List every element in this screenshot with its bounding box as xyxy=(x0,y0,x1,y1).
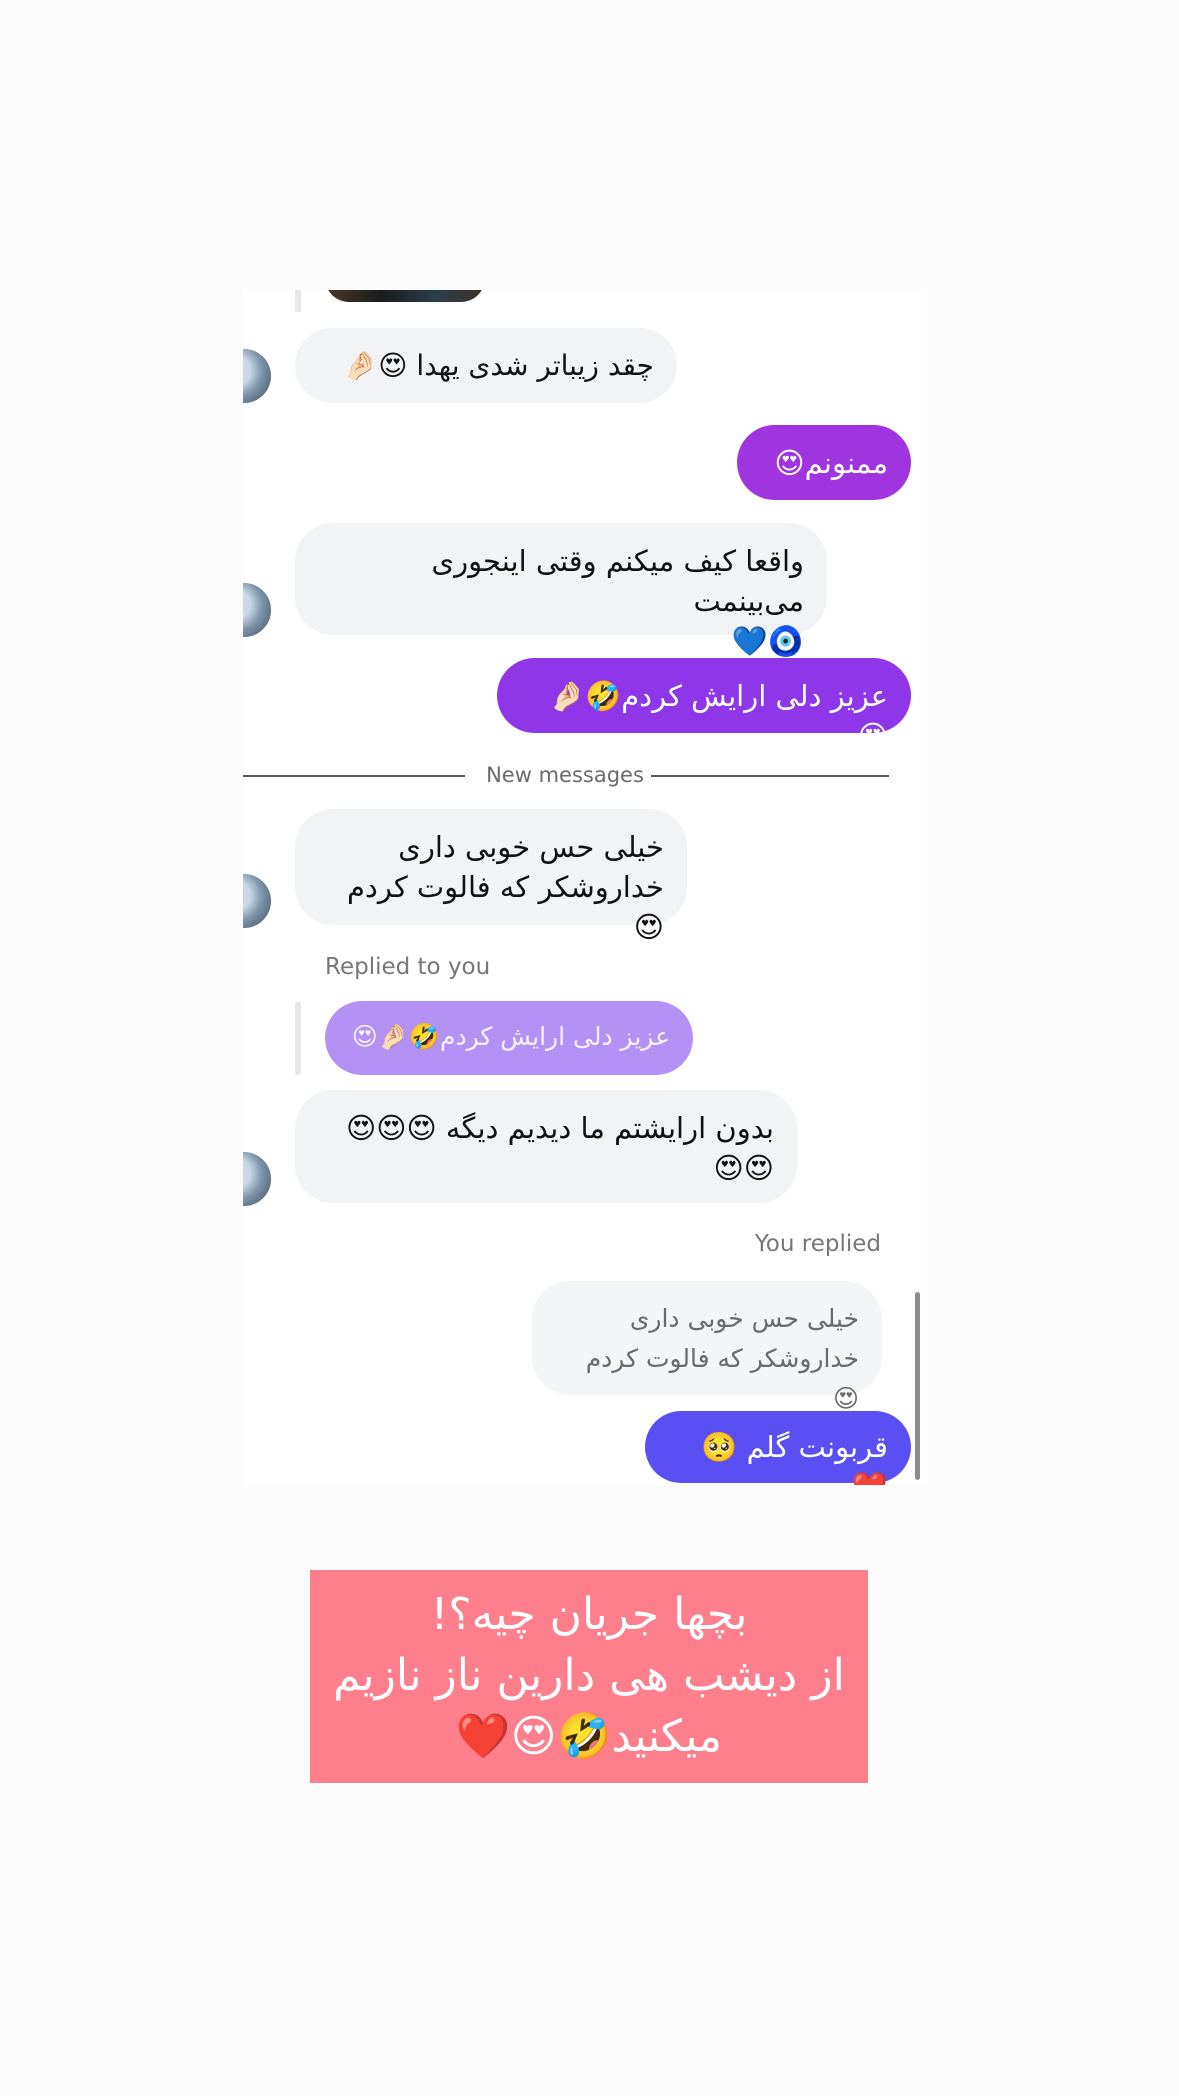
divider-line xyxy=(243,775,465,777)
sender-avatar[interactable] xyxy=(243,581,273,639)
quoted-message-bubble[interactable]: خیلی حس خوبی داری خداروشکر که فالوت کردم… xyxy=(532,1281,882,1413)
reply-quote-bar xyxy=(295,1002,301,1075)
incoming-message-bubble[interactable]: واقعا کیف میکنم وقتی اینجوری می‌بینمت 🧿💙 xyxy=(295,523,827,658)
outgoing-message-bubble[interactable]: قربونت گلم 🥺❤️ xyxy=(645,1411,911,1485)
caption-banner: بچها جریان چیه؟! از دیشب هی دارین ناز نا… xyxy=(310,1570,868,1783)
divider-line xyxy=(651,775,889,777)
outgoing-message-bubble[interactable]: ممنونم😍 xyxy=(737,425,911,500)
divider-label: New messages xyxy=(486,763,644,787)
incoming-message-bubble[interactable]: خیلی حس خوبی داری خداروشکر که فالوت کردم… xyxy=(295,809,687,944)
scrollbar[interactable] xyxy=(915,1292,920,1480)
reply-quote-bar xyxy=(295,290,301,312)
shared-media-thumbnail[interactable] xyxy=(325,290,485,302)
sender-avatar[interactable] xyxy=(243,1150,273,1208)
new-messages-divider: New messages xyxy=(243,760,889,790)
chat-thread: چقد زیباتر شدی یهدا 😍🤌🏻 ممنونم😍 واقعا کی… xyxy=(243,290,927,1485)
outgoing-message-bubble[interactable]: عزیز دلی ارایش کردم🤣🤌🏻😍 xyxy=(497,658,911,753)
quoted-message-bubble[interactable]: عزیز دلی ارایش کردم🤣🤌🏻😍 xyxy=(325,1001,693,1075)
you-replied-label: You replied xyxy=(754,1231,881,1257)
sender-avatar[interactable] xyxy=(243,347,273,405)
incoming-message-bubble[interactable]: چقد زیباتر شدی یهدا 😍🤌🏻 xyxy=(295,328,677,403)
incoming-message-bubble[interactable]: بدون ارایشتم ما دیدیم دیگه 😍😍😍 😍😍 xyxy=(295,1090,797,1203)
replied-to-you-label: Replied to you xyxy=(325,954,491,980)
sender-avatar[interactable] xyxy=(243,872,273,930)
